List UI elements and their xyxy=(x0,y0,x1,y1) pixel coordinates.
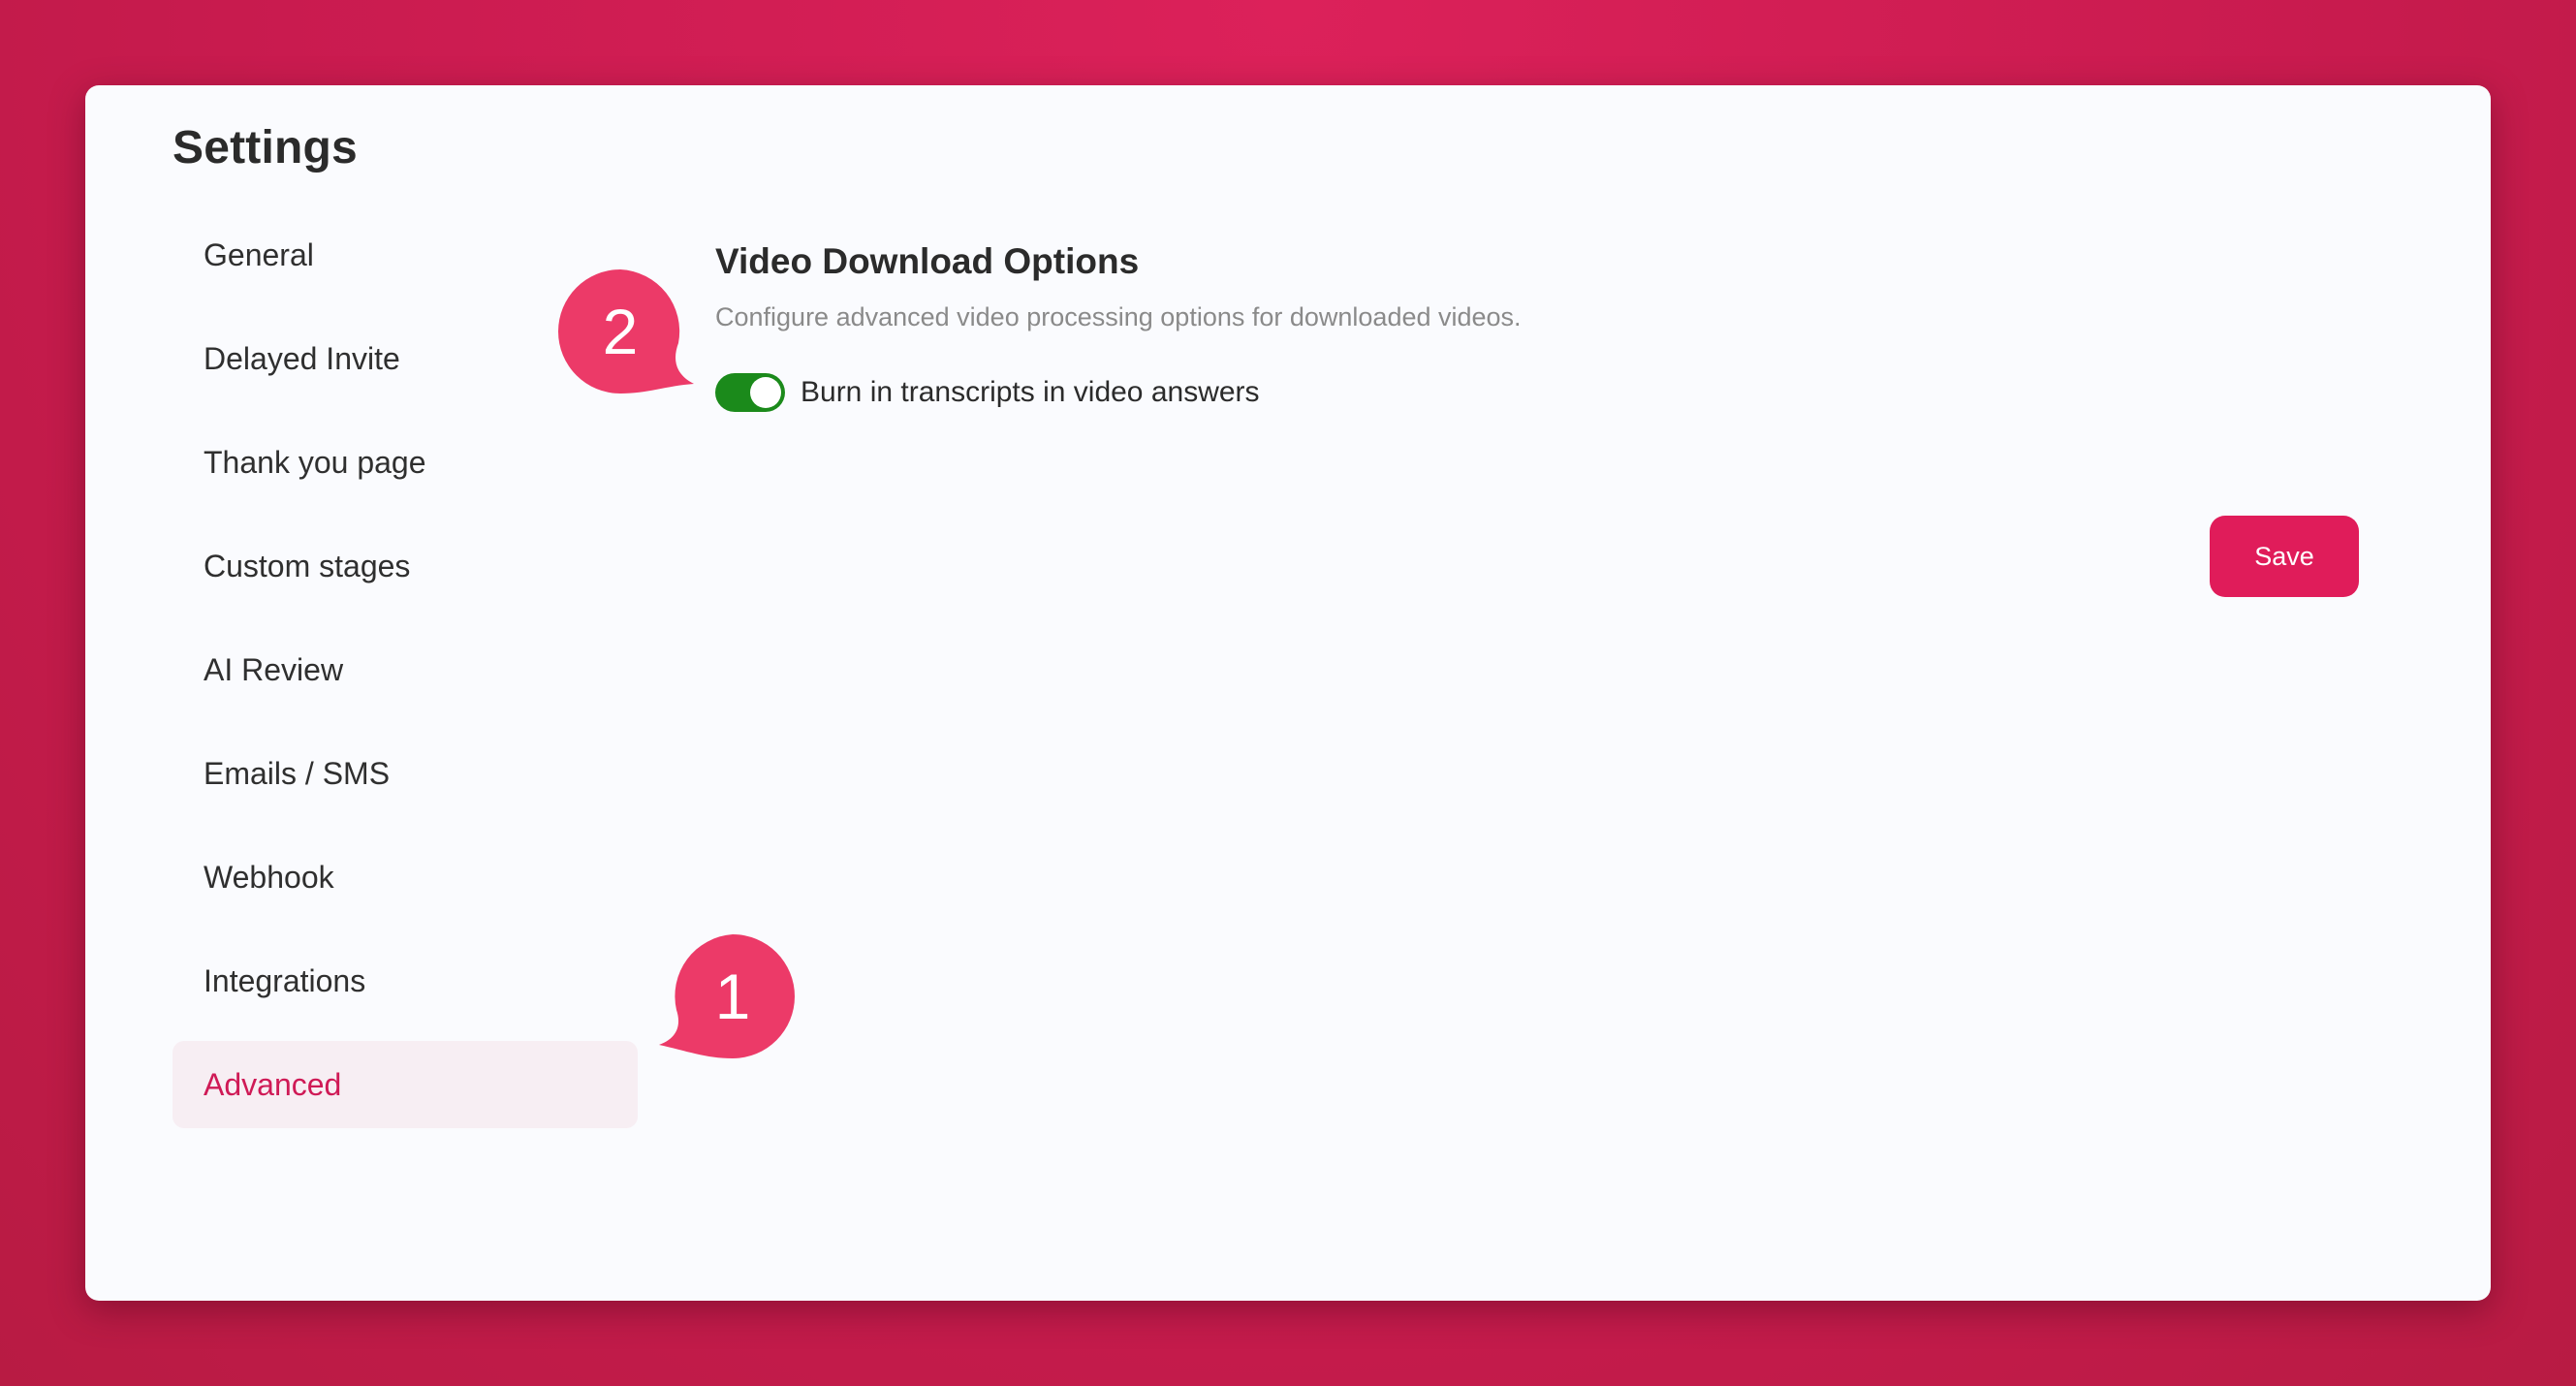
nav-item-thank-you-page[interactable]: Thank you page xyxy=(173,419,638,506)
nav-item-integrations[interactable]: Integrations xyxy=(173,937,638,1024)
toggle-knob xyxy=(750,377,781,409)
callout-2-number: 2 xyxy=(602,296,639,367)
nav-item-ai-review[interactable]: AI Review xyxy=(173,626,638,713)
nav-item-advanced[interactable]: Advanced xyxy=(173,1041,638,1128)
section-description: Configure advanced video processing opti… xyxy=(715,302,1522,332)
section-title: Video Download Options xyxy=(715,241,1140,281)
video-download-options-section: Video Download Options Configure advance… xyxy=(715,240,2072,413)
burn-in-transcripts-label[interactable]: Burn in transcripts in video answers xyxy=(801,376,1260,409)
save-button[interactable]: Save xyxy=(2210,516,2359,597)
settings-card: Settings General Delayed Invite Thank yo… xyxy=(85,85,2491,1301)
callout-1-number: 1 xyxy=(714,961,751,1032)
nav-item-custom-stages[interactable]: Custom stages xyxy=(173,522,638,610)
callout-marker-2: 2 xyxy=(558,269,704,415)
burn-in-transcripts-row: Burn in transcripts in video answers xyxy=(715,373,2072,413)
nav-item-emails-sms[interactable]: Emails / SMS xyxy=(173,730,638,817)
page-title: Settings xyxy=(173,122,358,173)
burn-in-transcripts-toggle[interactable] xyxy=(715,373,785,413)
callout-marker-1: 1 xyxy=(651,934,797,1080)
nav-item-webhook[interactable]: Webhook xyxy=(173,834,638,921)
